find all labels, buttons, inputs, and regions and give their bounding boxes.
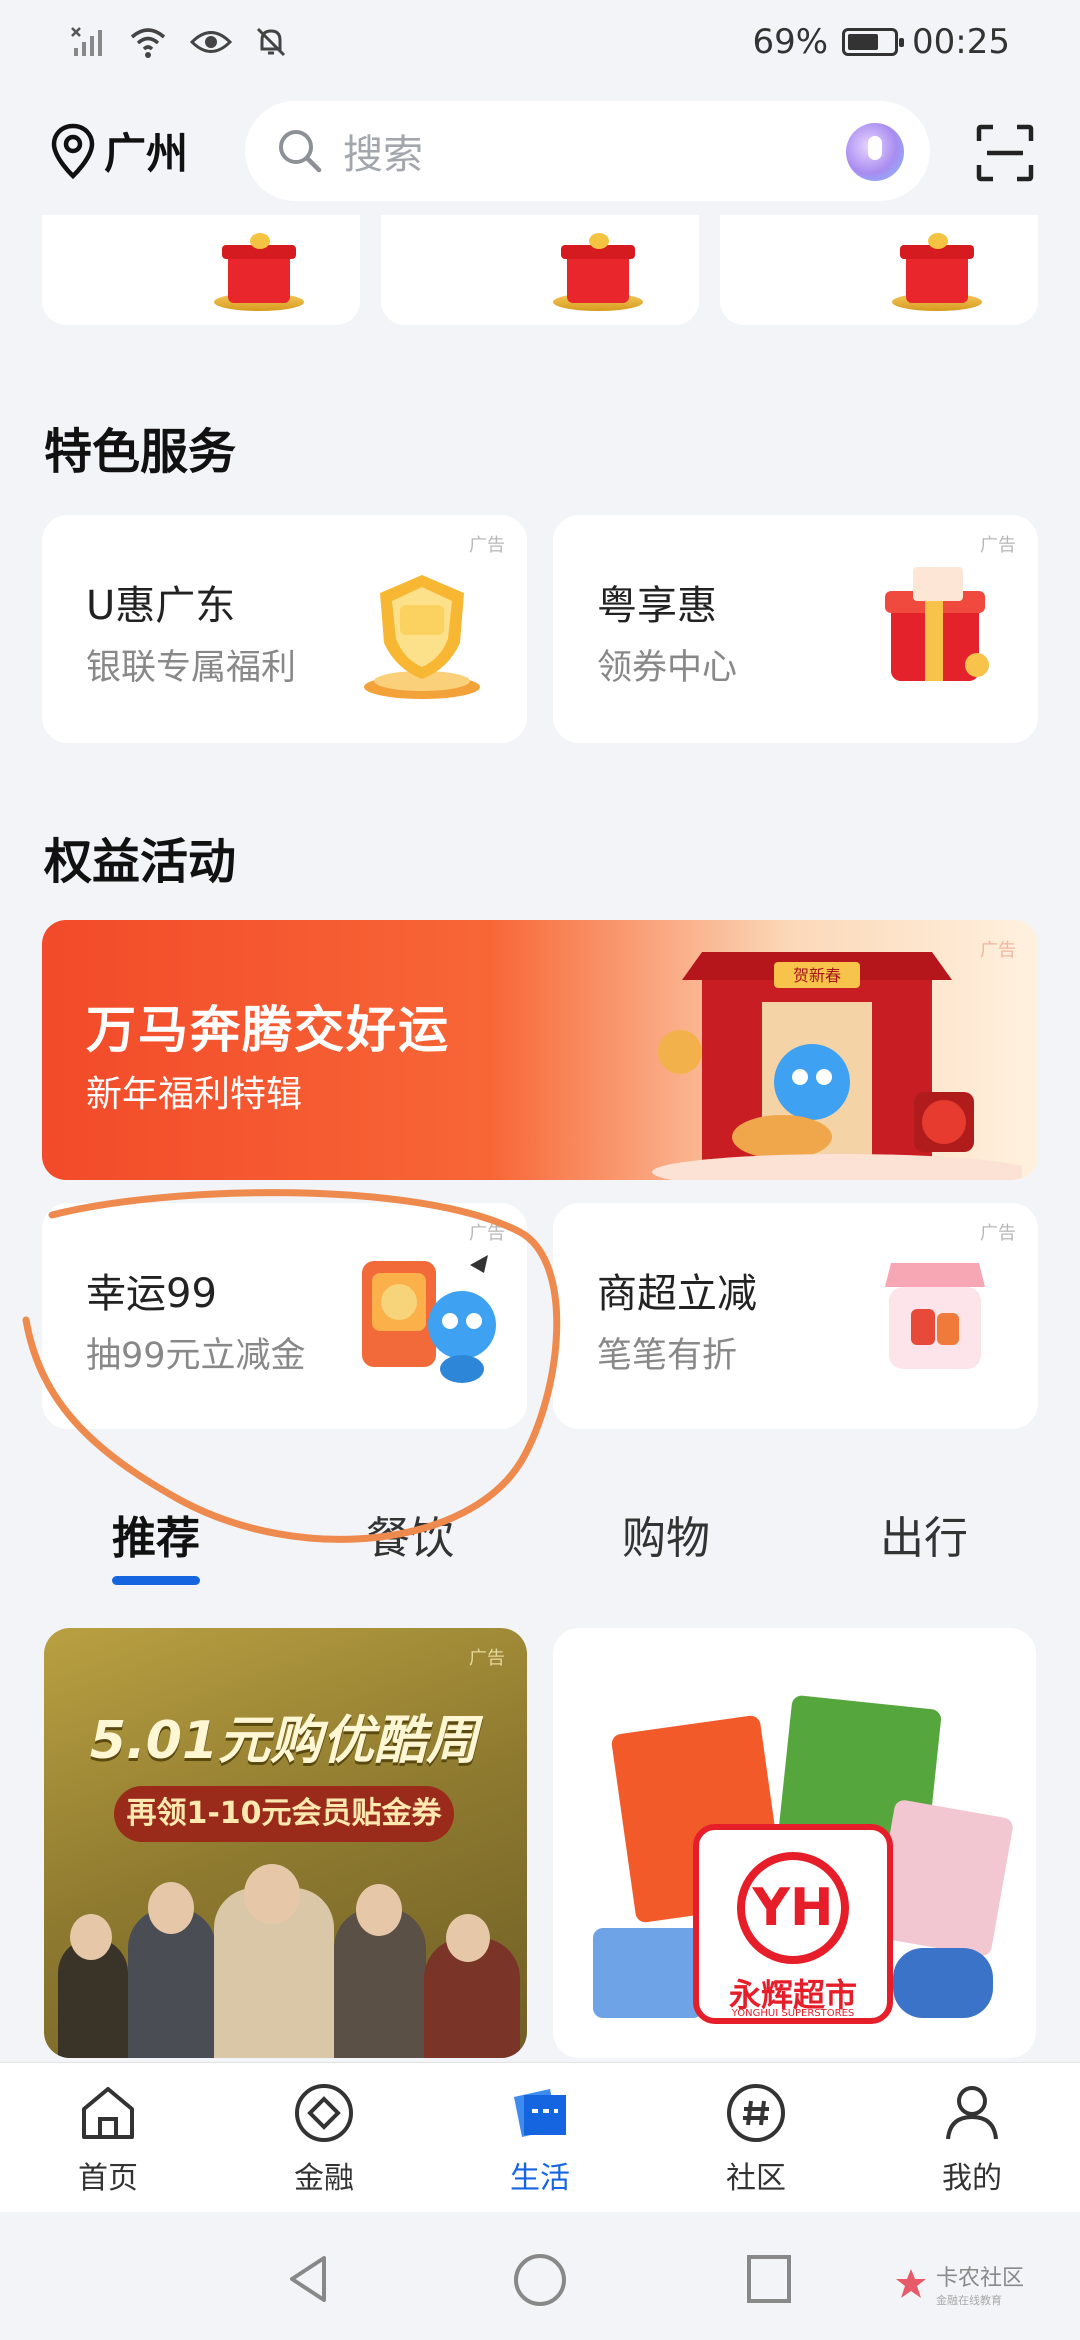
tab-dining[interactable]: 餐饮: [366, 1502, 454, 1566]
feed-pill: 再领1-10元会员贴金券: [114, 1786, 454, 1842]
nav-label: 生活: [510, 2161, 570, 2196]
ticket-icon: [514, 2089, 566, 2137]
system-navigation-bar: 卡农社区 金融在线教育: [0, 2212, 1080, 2340]
battery-percent: 69%: [752, 22, 829, 62]
nav-item-finance[interactable]: 金融: [264, 2081, 384, 2197]
card-subtitle: 抽99元立减金: [86, 1336, 306, 1376]
banner-title: 万马奔腾交好运: [86, 1001, 450, 1059]
tab-recommend[interactable]: 推荐: [112, 1502, 200, 1566]
tab-indicator: [112, 1576, 200, 1585]
product-pack: [893, 1948, 993, 2018]
search-placeholder: 搜索: [343, 132, 423, 178]
nav-item-life[interactable]: 生活: [480, 2081, 600, 2197]
gift-box-icon: [888, 223, 988, 313]
drama-cast-photo: [44, 1858, 527, 2058]
nav-label: 我的: [942, 2161, 1002, 2196]
product-pack: [871, 1798, 1015, 1958]
ad-tag: 广告: [469, 1648, 505, 1669]
gift-box-icon: [549, 223, 649, 313]
top-card-3[interactable]: [720, 215, 1038, 325]
ad-tag: 广告: [469, 1223, 505, 1244]
voice-search-icon[interactable]: [846, 123, 904, 181]
tab-travel[interactable]: 出行: [880, 1502, 968, 1566]
hash-icon: [727, 2084, 785, 2142]
battery-fill: [848, 34, 879, 50]
ad-tag: 广告: [980, 1223, 1016, 1244]
nav-item-community[interactable]: 社区: [696, 2081, 816, 2197]
kanong-logo-icon: [895, 2269, 926, 2298]
location-pin-icon: [51, 123, 95, 179]
nav-label: 金融: [294, 2161, 354, 2196]
card-subtitle: 领券中心: [597, 648, 738, 688]
ad-tag: 广告: [980, 535, 1016, 556]
nav-label: 社区: [726, 2161, 786, 2196]
feed-card-yonghui[interactable]: YH 永辉超市 YONGHUI SUPERSTORES: [553, 1628, 1036, 2058]
yonghui-logo: YH 永辉超市 YONGHUI SUPERSTORES: [693, 1824, 893, 2024]
top-card-2[interactable]: [381, 215, 699, 325]
header: 广州 搜索: [0, 95, 1080, 210]
new-year-gate-illustration: 贺新春: [652, 952, 1022, 1180]
search-bar[interactable]: 搜索: [245, 101, 930, 201]
search-icon: [279, 130, 322, 173]
mute-bell-icon: [256, 27, 286, 57]
promo-card-lucky99[interactable]: 广告 幸运99 抽99元立减金: [42, 1203, 527, 1429]
shop-stall-icon: [885, 1263, 985, 1369]
status-bar: 69% 00:25: [0, 0, 1080, 90]
banner-subtitle: 新年福利特辑: [86, 1074, 303, 1115]
status-icons: [70, 24, 288, 60]
location-selector[interactable]: 广州: [48, 120, 188, 181]
section-title-benefits: 权益活动: [44, 834, 237, 890]
card-title: 粤享惠: [597, 583, 717, 629]
home-circle-icon[interactable]: [512, 2252, 568, 2308]
scan-icon[interactable]: [975, 123, 1035, 183]
safe-mascot-icon: [362, 1255, 496, 1383]
section-title-special-services: 特色服务: [44, 424, 237, 480]
service-card-yuexianghui[interactable]: 广告 粤享惠 领券中心: [553, 515, 1038, 743]
watermark-sub: 金融在线教育: [935, 2294, 1002, 2307]
golden-shield-icon: [364, 575, 480, 699]
home-icon: [82, 2087, 134, 2139]
yonghui-logo-mark: YH: [737, 1852, 849, 1964]
bottom-nav: 首页 金融 生活 社区 我的: [0, 2062, 1080, 2212]
product-pack: [593, 1928, 703, 2018]
nav-item-me[interactable]: 我的: [912, 2081, 1032, 2197]
watermark-text: 卡农社区 金融在线教育: [936, 2260, 1024, 2308]
diamond-icon: [295, 2084, 353, 2142]
gift-box-icon: [210, 223, 310, 313]
tab-shopping[interactable]: 购物: [622, 1502, 710, 1566]
feed-card-youku[interactable]: 广告 5.01元购优酷周卡 再领1-10元会员贴金券: [44, 1628, 527, 2058]
nav-item-home[interactable]: 首页: [48, 2081, 168, 2197]
battery-icon: [842, 28, 905, 56]
location-label: 广州: [104, 129, 189, 178]
user-icon: [946, 2086, 998, 2140]
status-right: 69% 00:25: [752, 22, 1010, 62]
service-card-uhui[interactable]: 广告 U惠广东 银联专属福利: [42, 515, 527, 743]
watermark-title: 卡农社区: [935, 2266, 1024, 2291]
promo-banner[interactable]: 广告 万马奔腾交好运 新年福利特辑 贺新春: [42, 920, 1038, 1180]
watermark: 卡农社区 金融在线教育: [894, 2260, 1024, 2308]
nav-label: 首页: [78, 2161, 138, 2196]
back-icon[interactable]: [284, 2252, 334, 2306]
recents-icon[interactable]: [744, 2252, 794, 2306]
card-subtitle: 银联专属福利: [86, 648, 297, 688]
coupon-box-icon: [885, 567, 989, 681]
card-subtitle: 笔笔有折: [597, 1336, 738, 1376]
yonghui-name-en: YONGHUI SUPERSTORES: [731, 2008, 855, 2019]
wifi-icon: [130, 28, 166, 58]
eye-icon: [190, 31, 232, 53]
no-signal-icon: [71, 27, 102, 56]
clock: 00:25: [912, 22, 1010, 62]
svg-text:贺新春: 贺新春: [793, 966, 841, 985]
ad-tag: 广告: [469, 535, 505, 556]
promo-card-supermarket-discount[interactable]: 广告 商超立减 笔笔有折: [553, 1203, 1038, 1429]
card-title: U惠广东: [86, 583, 236, 629]
top-card-1[interactable]: [42, 215, 360, 325]
card-title: 商超立减: [597, 1271, 757, 1317]
card-title: 幸运99: [86, 1271, 217, 1317]
